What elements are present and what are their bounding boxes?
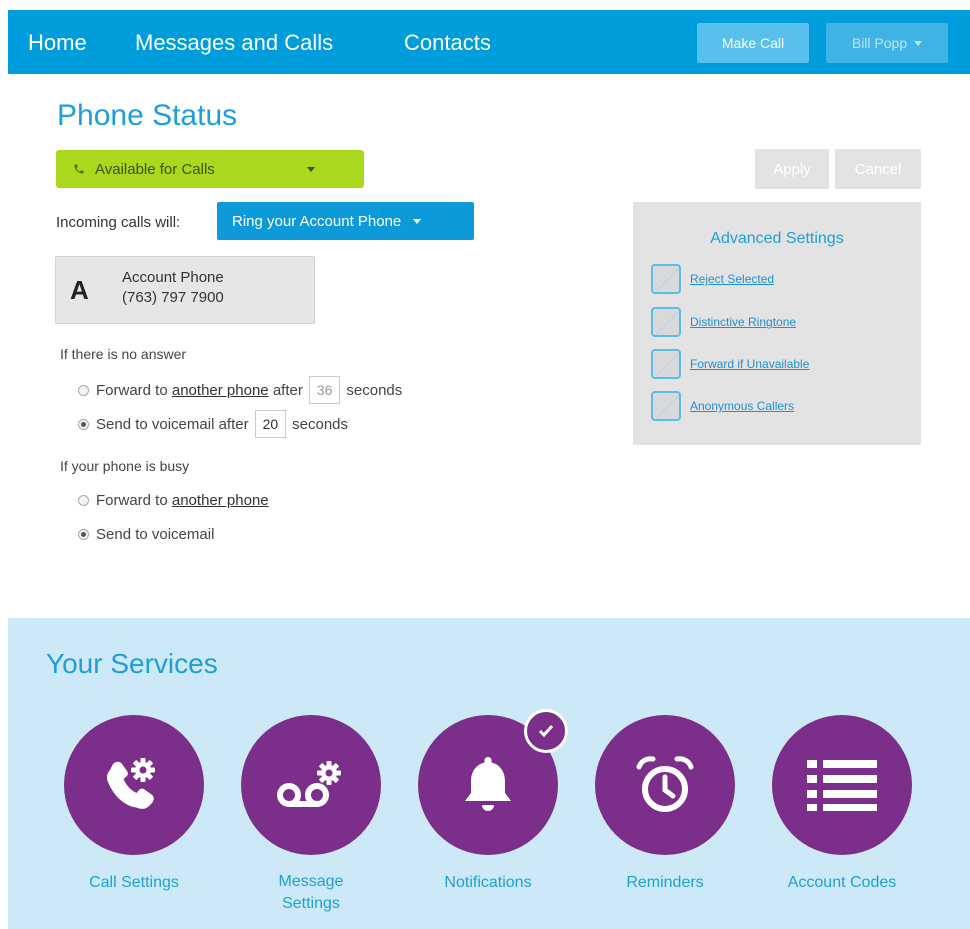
nav-contacts[interactable]: Contacts	[404, 30, 491, 56]
account-phone-avatar: A	[70, 275, 89, 305]
busy-forward-prefix: Forward to	[96, 492, 168, 509]
service-notifications[interactable]: Notifications	[418, 709, 568, 895]
reject-selected-icon	[651, 264, 681, 294]
incoming-calls-label: Incoming calls will:	[56, 214, 181, 231]
advanced-settings-title: Advanced Settings	[710, 230, 844, 247]
forward-if-unavailable-icon	[651, 349, 681, 379]
no-answer-after-label: after	[272, 381, 303, 399]
service-message-settings-button[interactable]	[241, 715, 381, 855]
advanced-item-forward-if-unavailable[interactable]: Forward if Unavailable	[651, 349, 809, 379]
no-answer-voicemail-radio[interactable]	[78, 418, 89, 430]
advanced-settings-panel: Advanced Settings Reject Selected Distin…	[633, 202, 921, 445]
no-answer-voicemail-option[interactable]: Send to voicemail after 20 seconds	[78, 410, 348, 438]
bell-icon	[465, 757, 511, 811]
list-icon	[807, 760, 877, 811]
busy-voicemail-radio[interactable]	[78, 529, 89, 540]
busy-voicemail-option[interactable]: Send to voicemail	[78, 526, 214, 543]
forward-seconds-input[interactable]: 36	[308, 376, 341, 404]
make-call-label: Make Call	[721, 35, 785, 51]
service-notifications-label: Notifications	[444, 874, 532, 891]
availability-dropdown[interactable]: Available for Calls	[56, 150, 364, 188]
reject-selected-link[interactable]: Reject Selected	[690, 272, 774, 286]
account-phone-card[interactable]: A Account Phone (763) 797 7900	[55, 256, 315, 324]
no-answer-forward-option[interactable]: Forward to another phone after 36 second…	[78, 376, 402, 404]
service-account-codes-label: Account Codes	[787, 874, 897, 891]
nav-home[interactable]: Home	[28, 30, 87, 56]
service-call-settings-label: Call Settings	[89, 874, 179, 891]
phone-icon	[73, 163, 85, 175]
apply-label: Apply	[773, 160, 811, 178]
advanced-item-anonymous-callers[interactable]: Anonymous Callers	[651, 391, 794, 421]
service-message-settings[interactable]: Message Settings	[241, 715, 381, 915]
seconds-label: seconds	[346, 381, 403, 399]
no-answer-forward-radio[interactable]	[78, 384, 89, 396]
busy-another-phone-link[interactable]: another phone	[172, 492, 269, 509]
busy-forward-radio[interactable]	[78, 495, 89, 506]
account-phone-number: (763) 797 7900	[122, 289, 224, 306]
distinctive-ringtone-icon	[651, 307, 681, 337]
alarm-clock-icon	[636, 756, 694, 812]
service-reminders-label: Reminders	[626, 874, 704, 891]
service-call-settings[interactable]: Call Settings	[64, 715, 204, 895]
seconds-label: seconds	[292, 415, 349, 433]
services-title: Your Services	[46, 648, 218, 679]
distinctive-ringtone-link[interactable]: Distinctive Ringtone	[690, 315, 796, 329]
phone-gear-icon	[106, 758, 155, 809]
user-name: Bill Popp	[851, 35, 908, 51]
busy-voicemail-label: Send to voicemail	[96, 526, 215, 543]
service-account-codes-button[interactable]	[772, 715, 912, 855]
anonymous-callers-icon	[651, 391, 681, 421]
nav-messages-and-calls[interactable]: Messages and Calls	[135, 30, 333, 56]
forward-if-unavailable-link[interactable]: Forward if Unavailable	[690, 357, 809, 371]
busy-label: If your phone is busy	[60, 458, 190, 474]
service-notifications-button[interactable]	[418, 709, 568, 855]
service-message-settings-label: Message Settings	[278, 873, 344, 912]
voicemail-gear-icon	[277, 761, 341, 807]
cancel-label: Cancel	[854, 160, 902, 178]
make-call-button[interactable]: Make Call	[697, 23, 809, 63]
advanced-item-distinctive-ringtone[interactable]: Distinctive Ringtone	[651, 307, 796, 337]
cancel-button[interactable]: Cancel	[835, 149, 921, 189]
busy-forward-option[interactable]: Forward to another phone	[78, 492, 269, 509]
advanced-item-reject-selected[interactable]: Reject Selected	[651, 264, 774, 294]
user-menu-button[interactable]: Bill Popp	[826, 23, 948, 63]
chevron-down-icon	[306, 166, 315, 172]
checkmark-badge-icon	[524, 709, 568, 753]
service-call-settings-button[interactable]	[64, 715, 204, 855]
no-answer-another-phone-link[interactable]: another phone	[172, 382, 269, 399]
chevron-down-icon	[413, 218, 422, 224]
availability-value: Available for Calls	[95, 160, 215, 178]
incoming-calls-dropdown[interactable]: Ring your Account Phone	[217, 202, 474, 240]
service-reminders-button[interactable]	[595, 715, 735, 855]
incoming-calls-value: Ring your Account Phone	[232, 212, 402, 230]
services-section: Your Services Call Settings Message Sett…	[8, 618, 970, 929]
no-answer-voicemail-prefix: Send to voicemail after	[96, 415, 249, 433]
voicemail-seconds-input[interactable]: 20	[254, 410, 287, 438]
service-account-codes[interactable]: Account Codes	[772, 715, 912, 895]
account-phone-name: Account Phone	[122, 269, 224, 286]
no-answer-forward-prefix: Forward to	[96, 381, 168, 399]
service-reminders[interactable]: Reminders	[595, 715, 735, 895]
anonymous-callers-link[interactable]: Anonymous Callers	[690, 399, 794, 413]
apply-button[interactable]: Apply	[755, 149, 829, 189]
page-title: Phone Status	[57, 99, 238, 132]
no-answer-label: If there is no answer	[60, 346, 187, 362]
chevron-down-icon	[914, 40, 923, 46]
